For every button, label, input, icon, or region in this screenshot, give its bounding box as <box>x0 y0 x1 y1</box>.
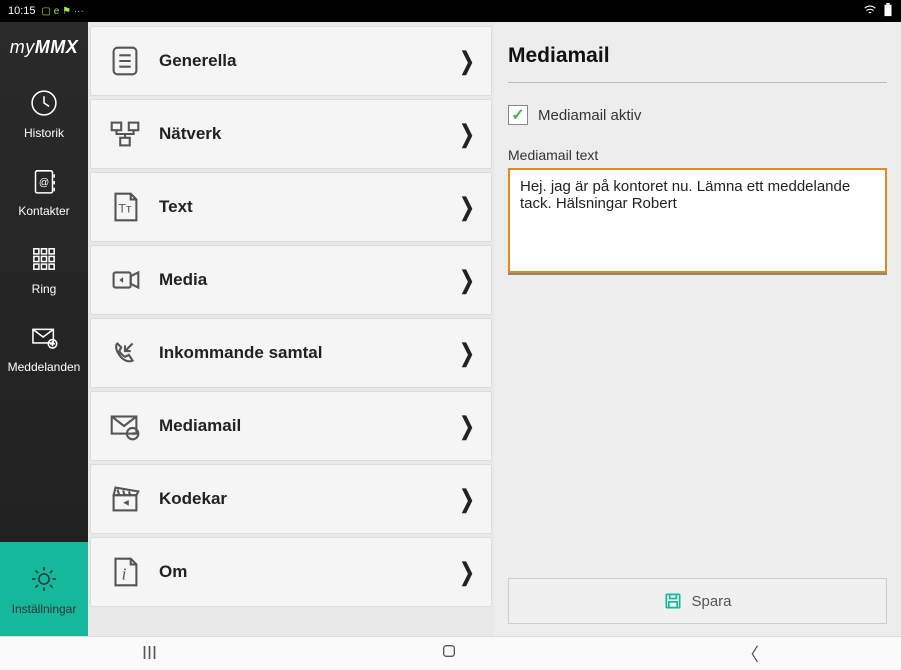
incoming-call-icon <box>105 333 145 373</box>
clock-icon <box>27 86 61 120</box>
mail-add-icon <box>27 320 61 354</box>
setting-row-mediamail[interactable]: Mediamail ❭ <box>90 391 492 461</box>
setting-label: Generella <box>159 51 457 71</box>
setting-row-generella[interactable]: Generella ❭ <box>90 26 492 96</box>
setting-row-natverk[interactable]: Nätverk ❭ <box>90 99 492 169</box>
wifi-icon <box>863 3 877 20</box>
chevron-right-icon: ❭ <box>457 120 477 149</box>
setting-row-media[interactable]: Media ❭ <box>90 245 492 315</box>
network-icon <box>105 114 145 154</box>
save-button[interactable]: Spara <box>508 578 887 624</box>
setting-label: Text <box>159 197 457 217</box>
sidebar-item-kontakter[interactable]: @ Kontakter <box>0 150 88 228</box>
info-icon: i <box>105 552 145 592</box>
chevron-right-icon: ❭ <box>457 558 477 587</box>
svg-text:Tᴛ: Tᴛ <box>118 202 132 216</box>
settings-list: Generella ❭ Nätverk ❭ Tᴛ Text ❭ Media ❭ … <box>88 22 494 636</box>
recent-apps-button[interactable]: III <box>142 643 157 664</box>
setting-label: Nätverk <box>159 124 457 144</box>
svg-text:i: i <box>122 565 127 584</box>
sidebar-item-label: Kontakter <box>18 204 69 218</box>
home-button[interactable] <box>441 643 457 664</box>
status-indicators: ▢ e ⚑ ··· <box>42 6 84 17</box>
setting-row-om[interactable]: i Om ❭ <box>90 537 492 607</box>
contacts-icon: @ <box>27 164 61 198</box>
setting-label: Mediamail <box>159 416 457 436</box>
text-icon: Tᴛ <box>105 187 145 227</box>
setting-label: Inkommande samtal <box>159 343 457 363</box>
setting-label: Kodekar <box>159 489 457 509</box>
dialpad-icon <box>27 242 61 276</box>
chevron-right-icon: ❭ <box>457 412 477 441</box>
sidebar: myMMX Historik @ Kontakter Ring Meddelan… <box>0 22 88 636</box>
setting-row-kodekar[interactable]: Kodekar ❭ <box>90 464 492 534</box>
app-logo: myMMX <box>0 22 88 72</box>
setting-row-text[interactable]: Tᴛ Text ❭ <box>90 172 492 242</box>
sidebar-item-label: Ring <box>32 282 57 296</box>
mediamail-icon <box>105 406 145 446</box>
detail-title: Mediamail <box>508 44 887 83</box>
mediamail-text-input[interactable] <box>508 168 887 273</box>
sidebar-item-historik[interactable]: Historik <box>0 72 88 150</box>
sidebar-item-label: Inställningar <box>12 602 77 616</box>
status-time: 10:15 <box>8 5 36 17</box>
detail-panel: Mediamail ✓ Mediamail aktiv Mediamail te… <box>494 22 901 636</box>
sidebar-item-ring[interactable]: Ring <box>0 228 88 306</box>
battery-icon <box>883 3 893 20</box>
chevron-right-icon: ❭ <box>457 266 477 295</box>
chevron-right-icon: ❭ <box>457 485 477 514</box>
sidebar-item-meddelanden[interactable]: Meddelanden <box>0 306 88 384</box>
chevron-right-icon: ❭ <box>457 47 477 76</box>
camera-icon <box>105 260 145 300</box>
mediamail-active-row[interactable]: ✓ Mediamail aktiv <box>508 105 887 125</box>
setting-label: Media <box>159 270 457 290</box>
clapper-icon <box>105 479 145 519</box>
gear-icon <box>27 562 61 596</box>
chevron-right-icon: ❭ <box>457 193 477 222</box>
system-nav-bar: III 〈 <box>0 636 901 670</box>
sidebar-item-installningar[interactable]: Inställningar <box>0 542 88 636</box>
save-icon <box>663 591 683 611</box>
mediamail-active-checkbox[interactable]: ✓ <box>508 105 528 125</box>
mediamail-active-label: Mediamail aktiv <box>538 107 641 124</box>
back-button[interactable]: 〈 <box>741 641 759 667</box>
sidebar-item-label: Historik <box>24 126 64 140</box>
setting-label: Om <box>159 562 457 582</box>
mediamail-text-label: Mediamail text <box>508 147 887 163</box>
chevron-right-icon: ❭ <box>457 339 477 368</box>
svg-text:@: @ <box>39 177 49 188</box>
save-button-label: Spara <box>691 593 731 610</box>
sidebar-item-label: Meddelanden <box>8 360 81 374</box>
list-icon <box>105 41 145 81</box>
status-bar: 10:15 ▢ e ⚑ ··· <box>0 0 901 22</box>
setting-row-inkommande[interactable]: Inkommande samtal ❭ <box>90 318 492 388</box>
